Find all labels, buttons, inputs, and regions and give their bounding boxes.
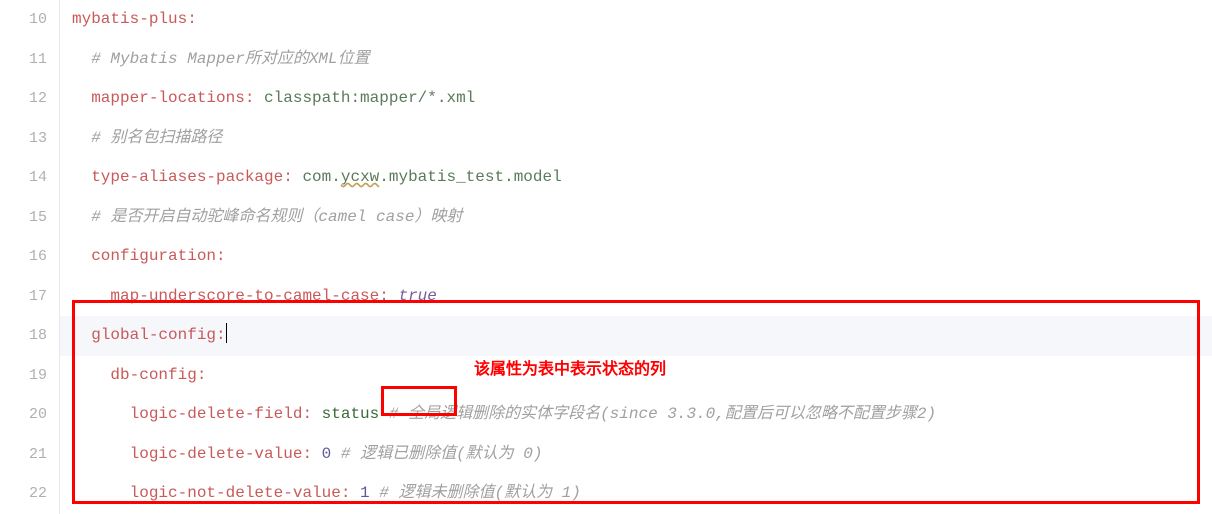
- code-line[interactable]: # Mybatis Mapper所对应的XML位置: [72, 40, 1212, 80]
- yaml-key: logic-delete-field: [130, 405, 303, 423]
- yaml-colon: :: [245, 89, 255, 107]
- yaml-key: mybatis-plus: [72, 10, 187, 28]
- spell-warning: ycxw: [341, 168, 379, 186]
- code-line[interactable]: map-underscore-to-camel-case: true: [72, 277, 1212, 317]
- line-number: 15: [0, 198, 47, 238]
- yaml-colon: :: [197, 366, 207, 384]
- code-line[interactable]: type-aliases-package: com.ycxw.mybatis_t…: [72, 158, 1212, 198]
- code-line[interactable]: # 是否开启自动驼峰命名规则（camel case）映射: [72, 198, 1212, 238]
- code-line[interactable]: logic-delete-field: status # 全局逻辑删除的实体字段…: [72, 395, 1212, 435]
- yaml-value: classpath:mapper/*.xml: [254, 89, 475, 107]
- code-content-area[interactable]: mybatis-plus: # Mybatis Mapper所对应的XML位置 …: [60, 0, 1212, 514]
- yaml-comment: # Mybatis Mapper所对应的XML位置: [91, 50, 369, 68]
- yaml-colon: :: [216, 247, 226, 265]
- annotation-label: 该属性为表中表示状态的列: [474, 355, 666, 379]
- yaml-key: mapper-locations: [91, 89, 245, 107]
- yaml-key: logic-delete-value: [130, 445, 303, 463]
- line-number: 11: [0, 40, 47, 80]
- yaml-key: map-underscore-to-camel-case: [110, 287, 379, 305]
- line-number: 17: [0, 277, 47, 317]
- yaml-comment: # 别名包扫描路径: [91, 129, 222, 147]
- code-line-active[interactable]: global-config:: [60, 316, 1212, 356]
- line-number: 19: [0, 356, 47, 396]
- line-number: 14: [0, 158, 47, 198]
- code-line[interactable]: mapper-locations: classpath:mapper/*.xml: [72, 79, 1212, 119]
- yaml-value: com.ycxw.mybatis_test.model: [293, 168, 562, 186]
- yaml-comment-inline: # 逻辑未删除值(默认为 1): [379, 484, 581, 502]
- yaml-colon: :: [341, 484, 351, 502]
- code-line[interactable]: logic-delete-value: 0 # 逻辑已删除值(默认为 0): [72, 435, 1212, 475]
- yaml-comment: # 是否开启自动驼峰命名规则（camel case）映射: [91, 208, 462, 226]
- line-number: 22: [0, 474, 47, 514]
- yaml-key: type-aliases-package: [91, 168, 283, 186]
- line-number: 12: [0, 79, 47, 119]
- yaml-key: global-config: [91, 326, 216, 344]
- yaml-key: logic-not-delete-value: [130, 484, 341, 502]
- yaml-value-number: 0: [312, 445, 341, 463]
- yaml-value-number: 1: [350, 484, 379, 502]
- yaml-value-bool: true: [389, 287, 437, 305]
- yaml-colon: :: [379, 287, 389, 305]
- code-line[interactable]: configuration:: [72, 237, 1212, 277]
- line-number: 20: [0, 395, 47, 435]
- yaml-comment-inline: # 逻辑已删除值(默认为 0): [341, 445, 543, 463]
- line-number: 18: [0, 316, 47, 356]
- yaml-colon: :: [216, 326, 226, 344]
- line-number: 16: [0, 237, 47, 277]
- code-line[interactable]: logic-not-delete-value: 1 # 逻辑未删除值(默认为 1…: [72, 474, 1212, 514]
- code-line[interactable]: mybatis-plus:: [72, 0, 1212, 40]
- yaml-value-highlighted: status: [312, 405, 389, 423]
- text-cursor: [226, 323, 227, 343]
- line-number: 13: [0, 119, 47, 159]
- line-number: 21: [0, 435, 47, 475]
- yaml-key: db-config: [110, 366, 196, 384]
- yaml-key: configuration: [91, 247, 216, 265]
- yaml-colon: :: [187, 10, 197, 28]
- yaml-colon: :: [302, 405, 312, 423]
- line-number-gutter: 10 11 12 13 14 15 16 17 18 19 20 21 22: [0, 0, 60, 514]
- yaml-colon: :: [283, 168, 293, 186]
- code-editor: 10 11 12 13 14 15 16 17 18 19 20 21 22 m…: [0, 0, 1212, 514]
- yaml-comment-inline: # 全局逻辑删除的实体字段名(since 3.3.0,配置后可以忽略不配置步骤2…: [389, 405, 936, 423]
- code-line[interactable]: # 别名包扫描路径: [72, 119, 1212, 159]
- line-number: 10: [0, 0, 47, 40]
- yaml-colon: :: [302, 445, 312, 463]
